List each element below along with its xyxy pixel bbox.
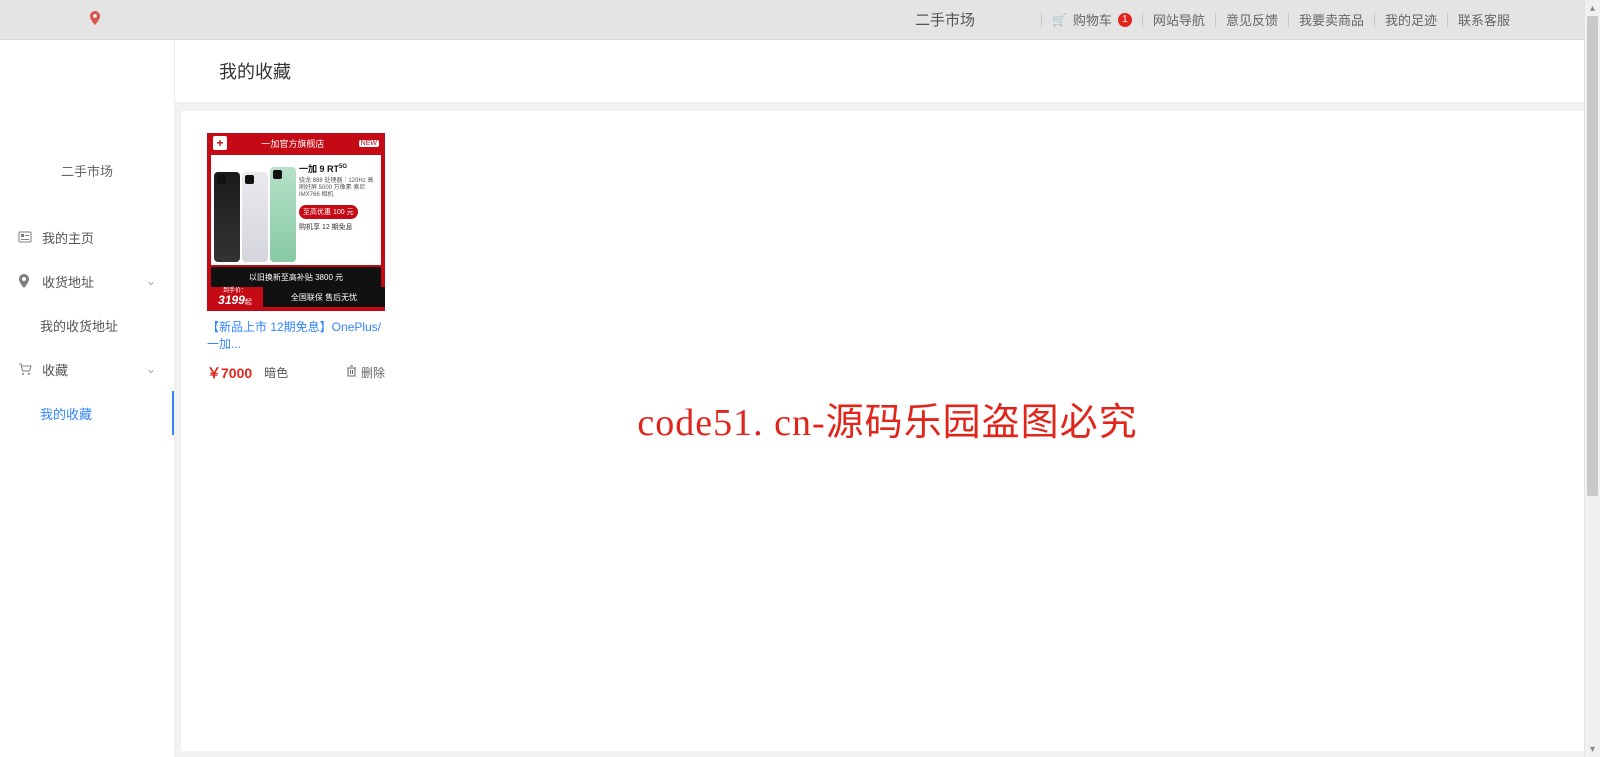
nav-service[interactable]: 联系客服 <box>1458 10 1510 29</box>
watermark-text: code51. cn-源码乐园盗图必究 <box>637 391 1137 446</box>
cart-label: 购物车 <box>1073 10 1112 29</box>
product-image[interactable]: + 一加官方旗舰店 NEW 一加 9 RT5G 骁龙 888 处理器｜120Hz… <box>207 133 385 311</box>
nav-footprint[interactable]: 我的足迹 <box>1385 10 1437 29</box>
nav-feedback[interactable]: 意见反馈 <box>1226 10 1278 29</box>
separator <box>1447 13 1448 27</box>
main-content: 我的收藏 + 一加官方旗舰店 NEW <box>175 40 1600 757</box>
scrollbar-thumb[interactable] <box>1587 16 1598 496</box>
id-card-icon <box>18 230 32 244</box>
model-sup: 5G <box>339 164 347 170</box>
top-navigation-bar: 二手市场 购物车 1 网站导航 意见反馈 我要卖商品 我的足迹 联系客服 <box>0 0 1600 40</box>
separator <box>1041 13 1042 27</box>
sidebar-item-home[interactable]: 我的主页 <box>0 215 174 259</box>
trash-icon <box>346 365 357 380</box>
sidebar-item-label: 收货地址 <box>42 272 94 291</box>
separator <box>1374 13 1375 27</box>
chevron-down-icon: ⌄ <box>146 362 156 376</box>
promo-bar-2: 全国联保 售后无忧 <box>263 287 385 307</box>
sidebar-item-address[interactable]: 收货地址 ⌄ <box>0 259 174 303</box>
cart-badge: 1 <box>1118 13 1132 27</box>
scroll-up-icon[interactable]: ▴ <box>1585 0 1600 16</box>
product-spec: 暗色 <box>264 364 288 381</box>
sidebar-sub-my-address[interactable]: 我的收货地址 <box>0 303 174 347</box>
cart-icon <box>18 362 32 376</box>
promo-pill-2: 购机享 12 期免息 <box>299 222 375 232</box>
new-badge: NEW <box>359 140 379 147</box>
chevron-down-icon: ⌄ <box>146 274 156 288</box>
delete-label: 删除 <box>361 364 385 381</box>
location-icon[interactable] <box>90 11 100 28</box>
promo-bar-1: 以旧换新至高补贴 3800 元 <box>211 267 381 287</box>
separator <box>1215 13 1216 27</box>
separator <box>1288 13 1289 27</box>
sidebar-avatar[interactable] <box>45 65 129 149</box>
page-title: 我的收藏 <box>175 40 1600 103</box>
sidebar-site-name: 二手市场 <box>0 161 174 180</box>
top-avatar[interactable] <box>987 4 1019 36</box>
nav-sell[interactable]: 我要卖商品 <box>1299 10 1364 29</box>
sidebar-item-label: 收藏 <box>42 360 68 379</box>
scroll-down-icon[interactable]: ▾ <box>1585 741 1600 757</box>
nav-site-map[interactable]: 网站导航 <box>1153 10 1205 29</box>
favorites-panel: + 一加官方旗舰店 NEW 一加 9 RT5G 骁龙 888 处理器｜120Hz… <box>181 111 1594 751</box>
image-price: 到手价： 3199起 <box>207 287 263 307</box>
separator <box>1142 13 1143 27</box>
top-site-name[interactable]: 二手市场 <box>915 9 975 30</box>
spec-line: 骁龙 888 处理器｜120Hz 高刷好屏 5000 万像素 索尼 IMX766… <box>299 178 375 200</box>
model-name: 一加 9 RT <box>299 164 339 174</box>
cart-link[interactable]: 购物车 1 <box>1052 10 1132 29</box>
brand-logo-icon: + <box>213 136 227 150</box>
sidebar: 二手市场 我的主页 收货地址 ⌄ 我的收货地址 收藏 ⌄ 我的收藏 <box>0 40 175 757</box>
favorite-item: + 一加官方旗舰店 NEW 一加 9 RT5G 骁龙 888 处理器｜120Hz… <box>207 133 385 383</box>
product-price: ￥7000 <box>207 363 252 383</box>
pin-icon <box>18 274 32 288</box>
sidebar-item-favorites[interactable]: 收藏 ⌄ <box>0 347 174 391</box>
delete-button[interactable]: 删除 <box>346 364 385 381</box>
vertical-scrollbar[interactable]: ▴ ▾ <box>1584 0 1600 757</box>
sidebar-item-label: 我的主页 <box>42 228 94 247</box>
product-title-link[interactable]: 【新品上市 12期免息】OnePlus/一加... <box>207 319 385 353</box>
promo-pill-1: 至高优惠 100 元 <box>299 205 358 219</box>
store-tag: 一加官方旗舰店 <box>261 137 324 150</box>
sidebar-sub-my-favorites[interactable]: 我的收藏 <box>0 391 174 435</box>
